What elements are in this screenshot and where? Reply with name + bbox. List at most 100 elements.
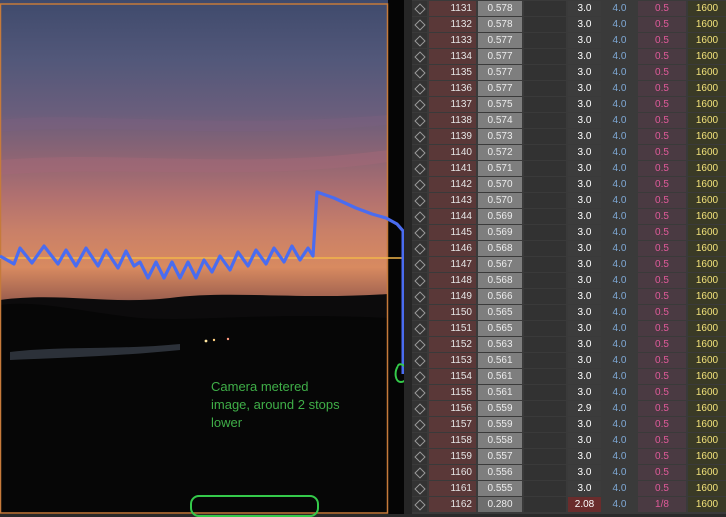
exposure-value[interactable]: 3.0 bbox=[568, 113, 601, 128]
row-index[interactable]: 1148 bbox=[429, 273, 476, 288]
row-index[interactable]: 1147 bbox=[429, 257, 476, 272]
aperture-value[interactable]: 4.0 bbox=[603, 225, 636, 240]
table-row[interactable]: 1133 0.577 3.0 4.0 0.5 1600 bbox=[412, 33, 726, 49]
table-row[interactable]: 1136 0.577 3.0 4.0 0.5 1600 bbox=[412, 81, 726, 97]
ev-value[interactable]: 0.570 bbox=[478, 193, 522, 208]
exposure-value[interactable]: 3.0 bbox=[568, 209, 601, 224]
exposure-value[interactable]: 2.08 bbox=[568, 497, 601, 512]
aperture-value[interactable]: 4.0 bbox=[603, 17, 636, 32]
row-index[interactable]: 1156 bbox=[429, 401, 476, 416]
keyframe-diamond-icon[interactable] bbox=[412, 449, 427, 464]
aperture-value[interactable]: 4.0 bbox=[603, 1, 636, 16]
row-index[interactable]: 1143 bbox=[429, 193, 476, 208]
table-row[interactable]: 1158 0.558 3.0 4.0 0.5 1600 bbox=[412, 433, 726, 449]
iso-value[interactable]: 1600 bbox=[688, 481, 726, 496]
exposure-value[interactable]: 3.0 bbox=[568, 321, 601, 336]
exposure-value[interactable]: 3.0 bbox=[568, 369, 601, 384]
ev-value[interactable]: 0.571 bbox=[478, 161, 522, 176]
ev-value[interactable]: 0.558 bbox=[478, 433, 522, 448]
table-row[interactable]: 1142 0.570 3.0 4.0 0.5 1600 bbox=[412, 177, 726, 193]
table-row[interactable]: 1157 0.559 3.0 4.0 0.5 1600 bbox=[412, 417, 726, 433]
ev-value[interactable]: 0.559 bbox=[478, 401, 522, 416]
ev-value[interactable]: 0.577 bbox=[478, 65, 522, 80]
ev-value[interactable]: 0.574 bbox=[478, 113, 522, 128]
table-row[interactable]: 1144 0.569 3.0 4.0 0.5 1600 bbox=[412, 209, 726, 225]
aperture-value[interactable]: 4.0 bbox=[603, 97, 636, 112]
iso-value[interactable]: 1600 bbox=[688, 1, 726, 16]
iso-value[interactable]: 1600 bbox=[688, 17, 726, 32]
keyframe-diamond-icon[interactable] bbox=[412, 433, 427, 448]
shutter-value[interactable]: 0.5 bbox=[638, 161, 686, 176]
keyframe-diamond-icon[interactable] bbox=[412, 209, 427, 224]
row-index[interactable]: 1162 bbox=[429, 497, 476, 512]
shutter-value[interactable]: 0.5 bbox=[638, 65, 686, 80]
exposure-value[interactable]: 2.9 bbox=[568, 401, 601, 416]
iso-value[interactable]: 1600 bbox=[688, 225, 726, 240]
iso-value[interactable]: 1600 bbox=[688, 449, 726, 464]
exposure-value[interactable]: 3.0 bbox=[568, 1, 601, 16]
ev-value[interactable]: 0.572 bbox=[478, 145, 522, 160]
row-index[interactable]: 1140 bbox=[429, 145, 476, 160]
row-index[interactable]: 1154 bbox=[429, 369, 476, 384]
shutter-value[interactable]: 1/8 bbox=[638, 497, 686, 512]
table-row[interactable]: 1148 0.568 3.0 4.0 0.5 1600 bbox=[412, 273, 726, 289]
table-row[interactable]: 1154 0.561 3.0 4.0 0.5 1600 bbox=[412, 369, 726, 385]
table-row[interactable]: 1134 0.577 3.0 4.0 0.5 1600 bbox=[412, 49, 726, 65]
shutter-value[interactable]: 0.5 bbox=[638, 273, 686, 288]
shutter-value[interactable]: 0.5 bbox=[638, 145, 686, 160]
shutter-value[interactable]: 0.5 bbox=[638, 81, 686, 96]
exposure-value[interactable]: 3.0 bbox=[568, 385, 601, 400]
shutter-value[interactable]: 0.5 bbox=[638, 305, 686, 320]
keyframe-diamond-icon[interactable] bbox=[412, 273, 427, 288]
row-index[interactable]: 1155 bbox=[429, 385, 476, 400]
keyframe-diamond-icon[interactable] bbox=[412, 353, 427, 368]
aperture-value[interactable]: 4.0 bbox=[603, 417, 636, 432]
shutter-value[interactable]: 0.5 bbox=[638, 481, 686, 496]
ev-value[interactable]: 0.561 bbox=[478, 353, 522, 368]
shutter-value[interactable]: 0.5 bbox=[638, 129, 686, 144]
table-row[interactable]: 1155 0.561 3.0 4.0 0.5 1600 bbox=[412, 385, 726, 401]
iso-value[interactable]: 1600 bbox=[688, 305, 726, 320]
ev-value[interactable]: 0.578 bbox=[478, 1, 522, 16]
aperture-value[interactable]: 4.0 bbox=[603, 465, 636, 480]
exposure-value[interactable]: 3.0 bbox=[568, 449, 601, 464]
exposure-value[interactable]: 3.0 bbox=[568, 241, 601, 256]
shutter-value[interactable]: 0.5 bbox=[638, 177, 686, 192]
exposure-value[interactable]: 3.0 bbox=[568, 465, 601, 480]
iso-value[interactable]: 1600 bbox=[688, 241, 726, 256]
ev-value[interactable]: 0.570 bbox=[478, 177, 522, 192]
ev-value[interactable]: 0.565 bbox=[478, 305, 522, 320]
keyframe-diamond-icon[interactable] bbox=[412, 401, 427, 416]
keyframe-diamond-icon[interactable] bbox=[412, 385, 427, 400]
shutter-value[interactable]: 0.5 bbox=[638, 449, 686, 464]
keyframe-diamond-icon[interactable] bbox=[412, 337, 427, 352]
ev-value[interactable]: 0.566 bbox=[478, 289, 522, 304]
shutter-value[interactable]: 0.5 bbox=[638, 369, 686, 384]
shutter-value[interactable]: 0.5 bbox=[638, 209, 686, 224]
aperture-value[interactable]: 4.0 bbox=[603, 177, 636, 192]
aperture-value[interactable]: 4.0 bbox=[603, 337, 636, 352]
row-index[interactable]: 1132 bbox=[429, 17, 476, 32]
row-index[interactable]: 1137 bbox=[429, 97, 476, 112]
aperture-value[interactable]: 4.0 bbox=[603, 497, 636, 512]
exposure-value[interactable]: 3.0 bbox=[568, 81, 601, 96]
exposure-value[interactable]: 3.0 bbox=[568, 129, 601, 144]
ev-value[interactable]: 0.568 bbox=[478, 241, 522, 256]
keyframe-diamond-icon[interactable] bbox=[412, 497, 427, 512]
aperture-value[interactable]: 4.0 bbox=[603, 161, 636, 176]
row-index[interactable]: 1133 bbox=[429, 33, 476, 48]
aperture-value[interactable]: 4.0 bbox=[603, 81, 636, 96]
iso-value[interactable]: 1600 bbox=[688, 465, 726, 480]
keyframe-diamond-icon[interactable] bbox=[412, 1, 427, 16]
panel-divider[interactable] bbox=[404, 0, 412, 514]
iso-value[interactable]: 1600 bbox=[688, 385, 726, 400]
exposure-value[interactable]: 3.0 bbox=[568, 273, 601, 288]
table-row[interactable]: 1156 0.559 2.9 4.0 0.5 1600 bbox=[412, 401, 726, 417]
exposure-value[interactable]: 3.0 bbox=[568, 177, 601, 192]
keyframe-diamond-icon[interactable] bbox=[412, 225, 427, 240]
row-index[interactable]: 1136 bbox=[429, 81, 476, 96]
row-index[interactable]: 1160 bbox=[429, 465, 476, 480]
aperture-value[interactable]: 4.0 bbox=[603, 193, 636, 208]
ev-value[interactable]: 0.569 bbox=[478, 209, 522, 224]
iso-value[interactable]: 1600 bbox=[688, 257, 726, 272]
